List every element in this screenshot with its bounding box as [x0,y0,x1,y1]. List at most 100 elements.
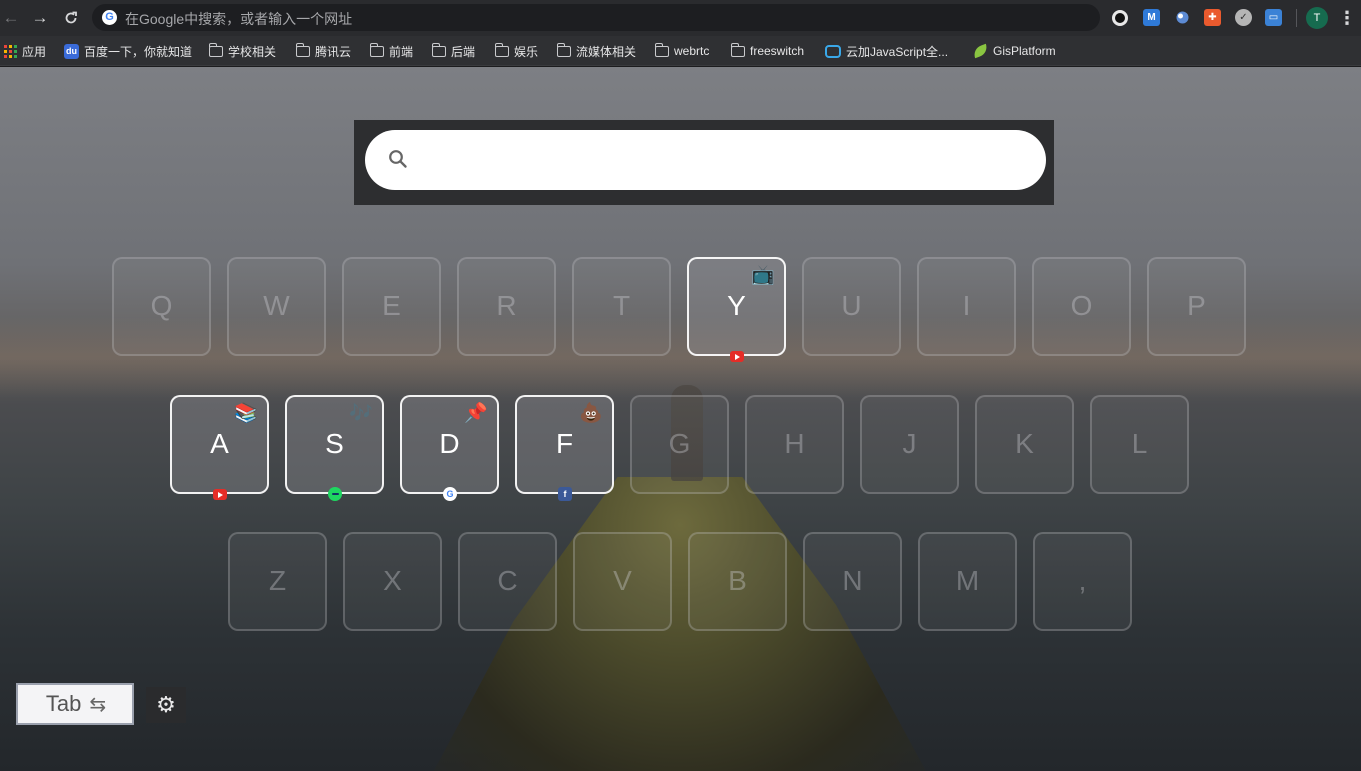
forward-arrow-icon[interactable]: → [30,8,50,28]
gift-extension-icon[interactable]: ✚ [1204,9,1221,26]
reload-icon[interactable] [61,8,81,28]
key-i[interactable]: I [917,257,1016,356]
key-letter: X [383,565,402,596]
screen-extension-icon[interactable]: ▭ [1265,9,1282,26]
tab-arrows-icon: ⇆ [89,693,106,716]
bookmark-folder-streaming[interactable]: 流媒体相关 [556,42,636,59]
search-box[interactable] [365,130,1046,190]
search-icon [389,150,407,168]
key-g[interactable]: G [630,395,729,494]
key-a[interactable]: A 📚 [170,395,269,500]
key-s[interactable]: S 🎶 [285,395,384,501]
bookmarks-bar: 应用 du 百度一下，你就知道 学校相关 腾讯云 前端 后端 娱乐 流媒体相关 … [0,36,1361,66]
check-extension-icon[interactable]: ✓ [1235,9,1252,26]
key-comma[interactable]: , [1033,532,1132,631]
key-letter: T [612,290,631,321]
google-favicon-icon: G [443,487,457,501]
key-k[interactable]: K [975,395,1074,494]
key-letter: H [784,428,805,459]
key-f[interactable]: F 💩 f [515,395,614,501]
key-letter: C [497,565,518,596]
key-letter: Y [727,290,746,321]
key-n[interactable]: N [803,532,902,631]
key-p[interactable]: P [1147,257,1246,356]
key-b[interactable]: B [688,532,787,631]
key-v[interactable]: V [573,532,672,631]
bookmark-folder-backend[interactable]: 后端 [431,42,476,59]
folder-icon [369,42,384,57]
bookmark-folder-tencent-cloud[interactable]: 腾讯云 [295,42,352,59]
bookmark-bilibili-js[interactable]: 云加JavaScript全... [825,43,948,59]
key-letter: Q [150,290,173,321]
key-letter: S [325,428,344,459]
key-emoji-icon: 📌 [464,403,488,424]
bookmark-label: 学校相关 [228,44,277,59]
folder-icon [494,42,509,57]
bookmark-folder-entertainment[interactable]: 娱乐 [494,42,539,59]
address-bar[interactable]: G 在Google中搜索，或者输入一个网址 [92,4,1100,31]
key-letter: G [668,428,691,459]
circle-extension-icon[interactable] [1112,10,1128,26]
key-letter: I [962,290,971,321]
key-d[interactable]: D 📌 G [400,395,499,501]
key-letter: M [955,565,980,596]
tab-button-label: Tab [45,691,82,716]
key-w[interactable]: W [227,257,326,356]
bookmark-apps[interactable]: 应用 [4,43,46,59]
key-r[interactable]: R [457,257,556,356]
key-emoji-icon: 📚 [234,403,258,424]
settings-button[interactable]: ⚙ [146,687,186,723]
key-e[interactable]: E [342,257,441,356]
bookmark-folder-freeswitch[interactable]: freeswitch [730,42,805,59]
bookmark-gisplatform[interactable]: GisPlatform [971,43,1056,59]
profile-avatar[interactable]: T [1306,7,1328,29]
bookmark-label: 娱乐 [514,44,539,59]
bookmark-label: freeswitch [750,44,805,58]
key-c[interactable]: C [458,532,557,631]
key-letter: P [1187,290,1206,321]
key-letter: O [1070,290,1093,321]
folder-icon [556,42,571,57]
key-letter: E [382,290,401,321]
bookmark-baidu[interactable]: du 百度一下，你就知道 [64,43,192,59]
folder-icon [730,42,745,57]
tab-switch-button[interactable]: Tab ⇆ [16,683,134,725]
m-extension-icon[interactable]: M [1143,9,1160,26]
bookmark-label: 云加JavaScript全... [846,44,949,59]
bookmark-label: 后端 [451,44,476,59]
bookmark-folder-webrtc[interactable]: webrtc [654,42,709,59]
key-o[interactable]: O [1032,257,1131,356]
key-x[interactable]: X [343,532,442,631]
key-letter: K [1015,428,1034,459]
leaf-icon [971,43,990,59]
key-letter: D [439,428,460,459]
key-letter: L [1131,428,1148,459]
search-panel [354,120,1054,205]
browser-toolbar: ← → G 在Google中搜索，或者输入一个网址 M ✚ ✓ ▭ T ⋮ [0,0,1361,36]
key-q[interactable]: Q [112,257,211,356]
key-l[interactable]: L [1090,395,1189,494]
bookmark-folder-frontend[interactable]: 前端 [369,42,414,59]
key-letter: B [728,565,747,596]
address-bar-placeholder: 在Google中搜索，或者输入一个网址 [125,11,353,27]
bookmark-label: 腾讯云 [315,44,352,59]
toolbar-divider [1296,9,1297,27]
search-input[interactable] [423,140,1023,180]
key-z[interactable]: Z [228,532,327,631]
key-h[interactable]: H [745,395,844,494]
key-m[interactable]: M [918,532,1017,631]
more-menu-icon[interactable]: ⋮ [1338,6,1356,30]
key-letter: U [841,290,862,321]
key-t[interactable]: T [572,257,671,356]
bookmark-label: 百度一下，你就知道 [84,44,193,59]
folder-icon [431,42,446,57]
key-u[interactable]: U [802,257,901,356]
bookmark-folder-school[interactable]: 学校相关 [208,42,277,59]
back-arrow-icon[interactable]: ← [1,8,21,28]
gear-icon: ⚙ [156,692,176,717]
key-letter: Z [268,565,287,596]
globe-extension-icon[interactable] [1174,9,1191,26]
key-y[interactable]: Y 📺 [687,257,786,362]
key-j[interactable]: J [860,395,959,494]
bookmark-label: 前端 [389,44,414,59]
